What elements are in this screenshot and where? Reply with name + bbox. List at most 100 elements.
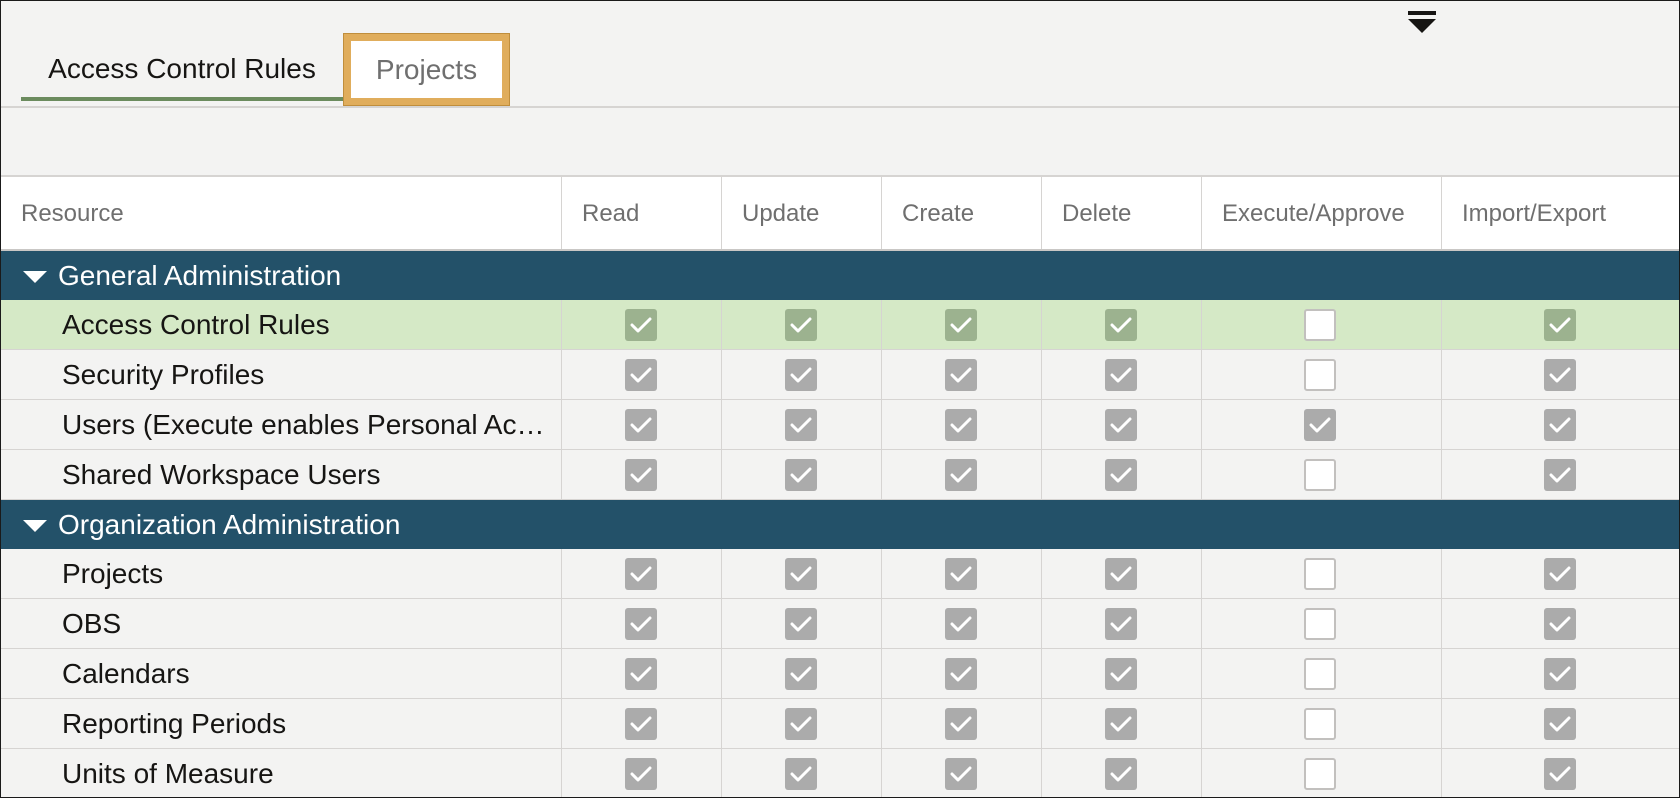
checkmark-icon (790, 467, 812, 483)
delete-checkbox[interactable] (1105, 758, 1137, 790)
table-body: General Administration Access Control Rul… (1, 251, 1679, 797)
read-checkbox[interactable] (625, 758, 657, 790)
update-checkbox[interactable] (785, 309, 817, 341)
create-checkbox[interactable] (945, 359, 977, 391)
column-header-import-export[interactable]: Import/Export (1441, 177, 1679, 249)
group-header[interactable]: General Administration (1, 251, 1679, 300)
checkmark-icon (790, 716, 812, 732)
checkmark-icon (1549, 616, 1571, 632)
update-checkbox[interactable] (785, 558, 817, 590)
table-row[interactable]: Reporting Periods (1, 699, 1679, 749)
delete-checkbox[interactable] (1105, 359, 1137, 391)
checkmark-icon (1549, 766, 1571, 782)
checkmark-icon (790, 317, 812, 333)
update-checkbox[interactable] (785, 409, 817, 441)
execute-approve-checkbox[interactable] (1304, 558, 1336, 590)
update-checkbox[interactable] (785, 708, 817, 740)
collapse-caret-icon[interactable] (23, 271, 47, 283)
create-checkbox[interactable] (945, 658, 977, 690)
tab-access-control-rules[interactable]: Access Control Rules (21, 41, 343, 101)
checkmark-icon (950, 666, 972, 682)
delete-checkbox[interactable] (1105, 459, 1137, 491)
update-checkbox[interactable] (785, 608, 817, 640)
resource-label: Shared Workspace Users (62, 459, 381, 490)
checkmark-icon (1110, 467, 1132, 483)
table-row[interactable]: Security Profiles (1, 350, 1679, 400)
checkmark-icon (1549, 317, 1571, 333)
checkmark-icon (630, 467, 652, 483)
group-label: Organization Administration (58, 509, 401, 540)
checkmark-icon (1110, 716, 1132, 732)
table-row[interactable]: OBS (1, 599, 1679, 649)
import-export-checkbox[interactable] (1544, 459, 1576, 491)
resource-label: Units of Measure (62, 758, 274, 789)
read-checkbox[interactable] (625, 359, 657, 391)
read-checkbox[interactable] (625, 608, 657, 640)
execute-approve-checkbox[interactable] (1304, 708, 1336, 740)
update-checkbox[interactable] (785, 459, 817, 491)
checkmark-icon (950, 367, 972, 383)
execute-approve-checkbox[interactable] (1304, 309, 1336, 341)
update-checkbox[interactable] (785, 758, 817, 790)
read-checkbox[interactable] (625, 708, 657, 740)
column-header-execute-approve[interactable]: Execute/Approve (1201, 177, 1441, 249)
checkmark-icon (630, 566, 652, 582)
read-checkbox[interactable] (625, 459, 657, 491)
delete-checkbox[interactable] (1105, 409, 1137, 441)
resource-label: Access Control Rules (62, 309, 330, 340)
delete-checkbox[interactable] (1105, 658, 1137, 690)
collapse-caret-icon[interactable] (23, 520, 47, 532)
read-checkbox[interactable] (625, 658, 657, 690)
read-checkbox[interactable] (625, 558, 657, 590)
import-export-checkbox[interactable] (1544, 309, 1576, 341)
create-checkbox[interactable] (945, 459, 977, 491)
checkmark-icon (790, 616, 812, 632)
column-header-read[interactable]: Read (561, 177, 721, 249)
execute-approve-checkbox[interactable] (1304, 459, 1336, 491)
column-header-update[interactable]: Update (721, 177, 881, 249)
table-row[interactable]: Users (Execute enables Personal Ac… (1, 400, 1679, 450)
import-export-checkbox[interactable] (1544, 608, 1576, 640)
execute-approve-checkbox[interactable] (1304, 608, 1336, 640)
table-row[interactable]: Projects (1, 549, 1679, 599)
checkmark-icon (950, 317, 972, 333)
import-export-checkbox[interactable] (1544, 758, 1576, 790)
table-row[interactable]: Access Control Rules (1, 300, 1679, 350)
create-checkbox[interactable] (945, 558, 977, 590)
table-row[interactable]: Calendars (1, 649, 1679, 699)
table-row[interactable]: Shared Workspace Users (1, 450, 1679, 500)
read-checkbox[interactable] (625, 309, 657, 341)
checkmark-icon (1549, 467, 1571, 483)
resource-label: Reporting Periods (62, 708, 287, 739)
execute-approve-checkbox[interactable] (1304, 758, 1336, 790)
delete-checkbox[interactable] (1105, 708, 1137, 740)
execute-approve-checkbox[interactable] (1304, 409, 1336, 441)
import-export-checkbox[interactable] (1544, 658, 1576, 690)
create-checkbox[interactable] (945, 608, 977, 640)
checkmark-icon (630, 367, 652, 383)
update-checkbox[interactable] (785, 359, 817, 391)
column-header-create[interactable]: Create (881, 177, 1041, 249)
delete-checkbox[interactable] (1105, 309, 1137, 341)
tab-projects[interactable]: Projects (344, 34, 509, 105)
execute-approve-checkbox[interactable] (1304, 359, 1336, 391)
create-checkbox[interactable] (945, 309, 977, 341)
create-checkbox[interactable] (945, 758, 977, 790)
delete-checkbox[interactable] (1105, 608, 1137, 640)
create-checkbox[interactable] (945, 409, 977, 441)
checkmark-icon (1309, 417, 1331, 433)
import-export-checkbox[interactable] (1544, 359, 1576, 391)
resource-label: Users (Execute enables Personal Ac… (62, 409, 545, 440)
table-row[interactable]: Units of Measure (1, 749, 1679, 797)
create-checkbox[interactable] (945, 708, 977, 740)
column-header-resource[interactable]: Resource (1, 177, 561, 249)
group-header[interactable]: Organization Administration (1, 500, 1679, 549)
import-export-checkbox[interactable] (1544, 558, 1576, 590)
read-checkbox[interactable] (625, 409, 657, 441)
column-header-delete[interactable]: Delete (1041, 177, 1201, 249)
execute-approve-checkbox[interactable] (1304, 658, 1336, 690)
import-export-checkbox[interactable] (1544, 708, 1576, 740)
update-checkbox[interactable] (785, 658, 817, 690)
import-export-checkbox[interactable] (1544, 409, 1576, 441)
delete-checkbox[interactable] (1105, 558, 1137, 590)
